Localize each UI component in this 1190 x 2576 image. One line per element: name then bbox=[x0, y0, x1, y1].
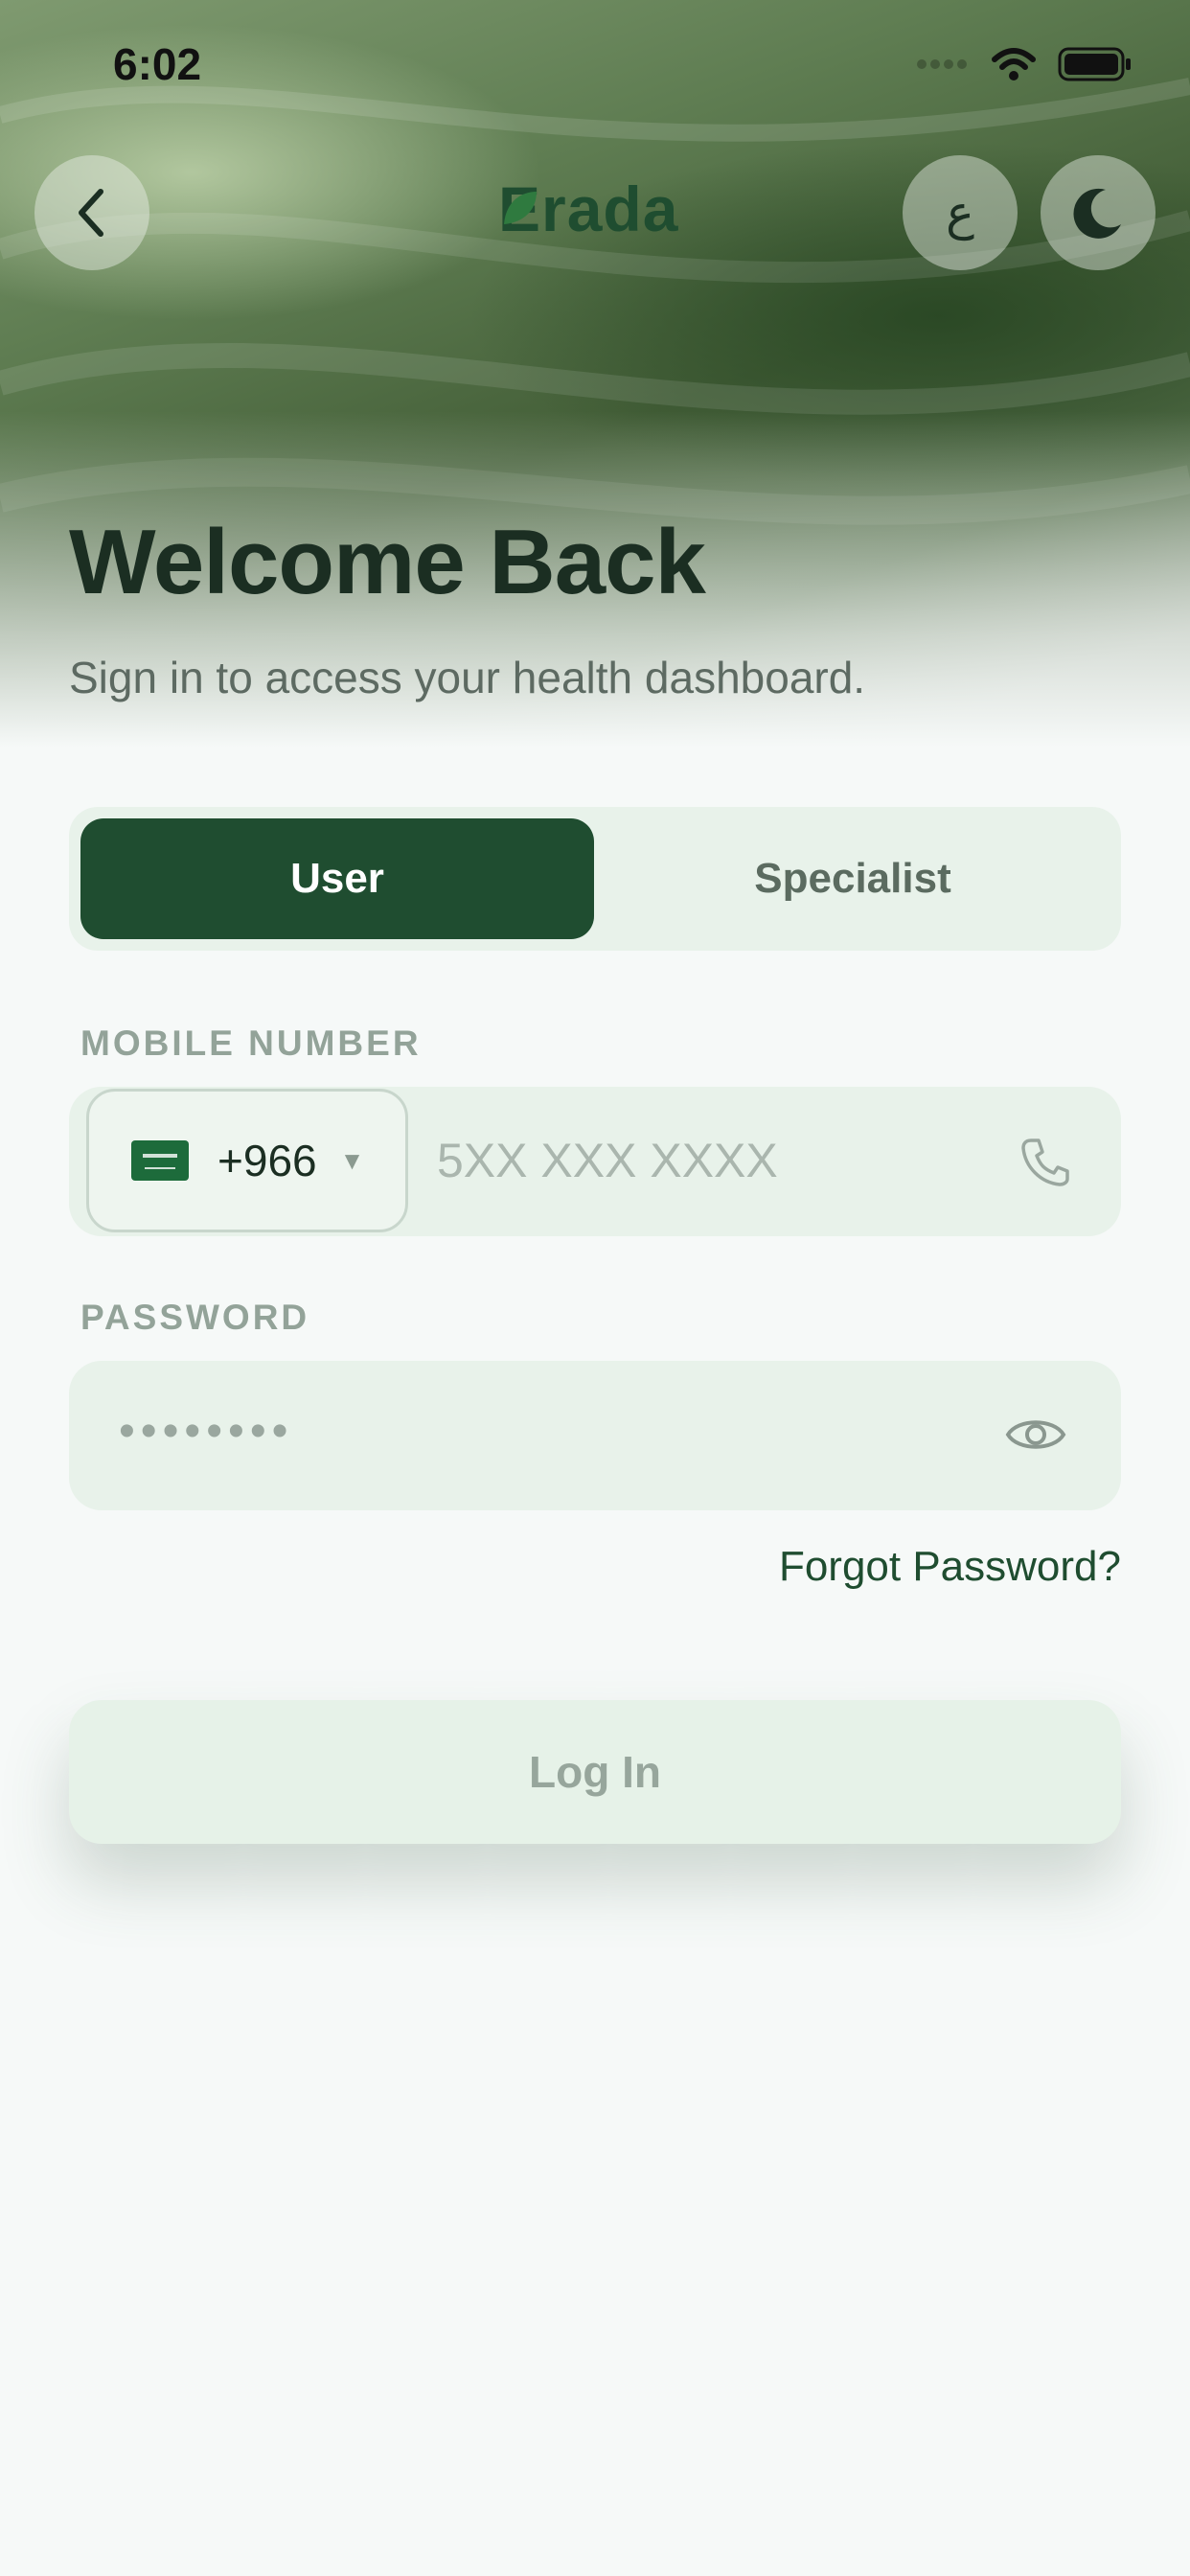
mobile-number-label: MOBILE NUMBER bbox=[80, 1024, 422, 1063]
country-code-selector[interactable]: +966 ▼ bbox=[86, 1089, 408, 1232]
phone-input[interactable]: 5XX XXX XXXX bbox=[437, 1133, 778, 1188]
eye-icon[interactable] bbox=[1004, 1411, 1067, 1459]
login-button[interactable]: Log In bbox=[69, 1700, 1121, 1844]
account-type-segmented-control: User Specialist bbox=[69, 807, 1121, 951]
caret-down-icon: ▼ bbox=[339, 1145, 365, 1175]
forgot-password-link[interactable]: Forgot Password? bbox=[779, 1543, 1121, 1591]
page-title: Welcome Back bbox=[69, 511, 706, 613]
back-button[interactable] bbox=[34, 155, 149, 270]
wave-pattern bbox=[0, 78, 1190, 525]
password-input[interactable]: •••••••• bbox=[119, 1405, 293, 1458]
chevron-left-icon bbox=[79, 189, 103, 237]
password-field[interactable]: •••••••• bbox=[69, 1361, 1121, 1510]
mobile-number-field: +966 ▼ 5XX XXX XXXX bbox=[69, 1087, 1121, 1236]
cellular-signal-icon bbox=[917, 59, 967, 69]
segment-specialist[interactable]: Specialist bbox=[596, 818, 1110, 939]
phone-icon bbox=[1021, 1138, 1069, 1186]
segment-user[interactable]: User bbox=[80, 818, 594, 939]
wifi-icon bbox=[992, 48, 1036, 80]
theme-toggle-button[interactable] bbox=[1041, 155, 1156, 270]
country-code: +966 bbox=[217, 1136, 317, 1185]
status-icons bbox=[916, 46, 1133, 82]
battery-icon bbox=[1058, 47, 1131, 81]
language-toggle-button[interactable]: ع bbox=[903, 155, 1018, 270]
saudi-flag-icon bbox=[131, 1140, 189, 1181]
status-time: 6:02 bbox=[113, 39, 202, 89]
header-background bbox=[0, 0, 1190, 748]
password-label: PASSWORD bbox=[80, 1298, 310, 1337]
moon-icon bbox=[1073, 188, 1121, 239]
page-subtitle: Sign in to access your health dashboard. bbox=[69, 653, 866, 702]
language-toggle-label: ع bbox=[946, 186, 974, 240]
leaf-icon bbox=[504, 192, 537, 224]
